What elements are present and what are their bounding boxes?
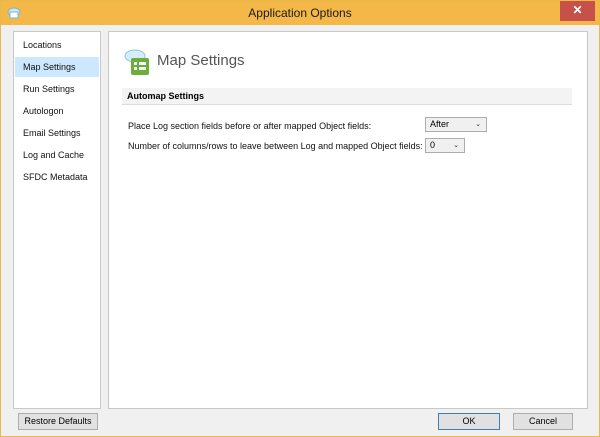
close-button[interactable]: ✕ <box>560 1 595 21</box>
application-options-window: Application Options ✕ Locations Map Sett… <box>0 0 600 437</box>
spacing-label: Number of columns/rows to leave between … <box>128 141 423 151</box>
spacing-dropdown[interactable]: 0 ⌄ <box>425 138 465 153</box>
cancel-button[interactable]: Cancel <box>513 413 573 430</box>
nav-item-map-settings[interactable]: Map Settings <box>15 57 99 77</box>
nav-item-run-settings[interactable]: Run Settings <box>15 79 99 99</box>
options-nav: Locations Map Settings Run Settings Auto… <box>13 31 101 409</box>
map-settings-icon <box>124 49 149 75</box>
page-title: Map Settings <box>157 52 245 69</box>
settings-content: Map Settings Automap Settings Place Log … <box>108 31 588 409</box>
section-header: Automap Settings <box>122 88 572 105</box>
restore-defaults-button[interactable]: Restore Defaults <box>18 413 98 430</box>
window-title: Application Options <box>248 6 352 20</box>
spacing-value: 0 <box>430 140 436 150</box>
nav-item-email-settings[interactable]: Email Settings <box>15 123 99 143</box>
title-bar[interactable]: Application Options ✕ <box>1 1 599 25</box>
nav-item-locations[interactable]: Locations <box>15 35 99 55</box>
log-placement-label: Place Log section fields before or after… <box>128 121 372 131</box>
ok-button[interactable]: OK <box>438 413 500 430</box>
log-placement-value: After <box>430 119 450 129</box>
chevron-down-icon: ⌄ <box>475 121 481 128</box>
close-icon: ✕ <box>572 3 583 17</box>
nav-item-autologon[interactable]: Autologon <box>15 101 99 121</box>
log-placement-dropdown[interactable]: After ⌄ <box>425 117 487 132</box>
nav-item-sfdc-metadata[interactable]: SFDC Metadata <box>15 167 99 187</box>
nav-item-log-and-cache[interactable]: Log and Cache <box>15 145 99 165</box>
chevron-down-icon: ⌄ <box>453 142 459 149</box>
